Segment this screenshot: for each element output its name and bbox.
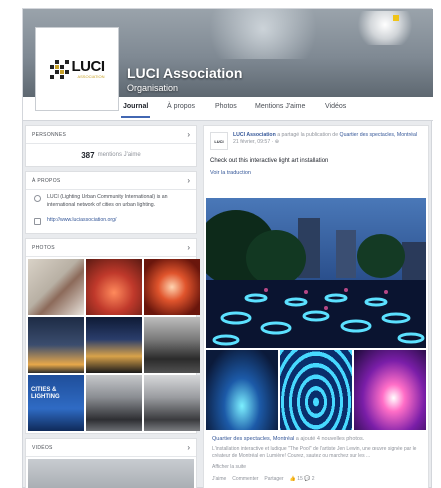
comment-button[interactable]: Commenter (232, 476, 258, 482)
reaction-counts[interactable]: 👍 15 💬 2 (290, 476, 315, 482)
cover-light-dot (393, 15, 399, 21)
photo-thumbnail[interactable] (86, 317, 142, 374)
shared-author-link[interactable]: Quartier des spectacles, Montréal (212, 436, 294, 442)
likes-heading: PERSONNES (32, 131, 67, 138)
photo-thumbnail[interactable]: CITIES & LIGHTING (28, 375, 84, 432)
author-avatar[interactable]: LUCI (210, 132, 228, 150)
about-description-row: LUCI (Lighting Urban Community Internati… (26, 190, 196, 213)
likes-count: 387 (81, 150, 95, 160)
post-photo-thumbnail[interactable] (280, 350, 352, 430)
page-category: Organisation (127, 83, 179, 93)
post-text: Check out this interactive light art ins… (210, 158, 329, 164)
shared-from-link[interactable]: Quartier des spectacles, Montréal (340, 132, 418, 138)
shared-action: a ajouté 4 nouvelles photos. (295, 436, 365, 442)
about-heading: À PROPOS (32, 177, 61, 184)
shared-attribution: Quartier des spectacles, Montréal a ajou… (212, 436, 364, 442)
photo-thumbnail[interactable] (28, 259, 84, 316)
see-translation-link[interactable]: Voir la traduction (204, 170, 428, 176)
photos-grid: CITIES & LIGHTING (26, 257, 200, 433)
website-link[interactable]: http://www.luciassociation.org/ (47, 217, 117, 225)
about-box: À PROPOS › LUCI (Lighting Urban Communit… (25, 171, 197, 235)
chevron-right-icon[interactable]: › (187, 243, 190, 252)
tab-videos[interactable]: Vidéos (325, 103, 346, 110)
post-photo-thumbnail[interactable] (354, 350, 426, 430)
like-button[interactable]: J'aime (212, 476, 226, 482)
post-photo-strip (206, 350, 426, 430)
photo-thumbnail[interactable] (28, 317, 84, 374)
videos-heading: VIDÉOS (32, 444, 53, 451)
photos-header[interactable]: PHOTOS › (26, 239, 196, 258)
facebook-page: LUCI Association Organisation LUCI ASSOC… (22, 8, 433, 488)
page-title[interactable]: LUCI Association (127, 65, 242, 81)
post-action: a partagé la publication de (277, 132, 339, 138)
post-header: LUCI LUCI Association a partagé la publi… (204, 126, 428, 156)
photos-heading: PHOTOS (32, 244, 55, 251)
likes-count-row[interactable]: 387 mentions J'aime (26, 144, 196, 166)
photo-thumbnail[interactable] (144, 317, 200, 374)
timeline-post: LUCI LUCI Association a partagé la publi… (203, 125, 429, 488)
photo-thumbnail[interactable] (86, 259, 142, 316)
post-actions: J'aime Commenter Partager 👍 15 💬 2 (212, 476, 315, 482)
logo-text: LUCI (71, 58, 106, 75)
likes-box: PERSONNES › 387 mentions J'aime (25, 125, 197, 167)
chevron-right-icon[interactable]: › (187, 176, 190, 185)
tab-journal[interactable]: Journal (120, 103, 151, 118)
luci-logo: LUCI ASSOCIATION (39, 31, 115, 107)
profile-picture[interactable]: LUCI ASSOCIATION (35, 27, 119, 111)
photos-box: PHOTOS › CITIES & LIGHTING (25, 238, 200, 435)
chevron-right-icon[interactable]: › (187, 130, 190, 139)
videos-box: VIDÉOS › (25, 438, 197, 488)
share-button[interactable]: Partager (264, 476, 283, 482)
chevron-right-icon[interactable]: › (187, 443, 190, 452)
likes-header[interactable]: PERSONNES › (26, 126, 196, 144)
tab-about[interactable]: À propos (167, 103, 195, 110)
videos-header[interactable]: VIDÉOS › (26, 439, 196, 458)
cities-lighting-tile: CITIES & LIGHTING (31, 387, 60, 401)
shared-description: L'installation interactive et ludique "T… (212, 446, 417, 460)
about-description: LUCI (Lighting Urban Community Internati… (47, 194, 168, 208)
likes-label: mentions J'aime (97, 152, 141, 158)
info-icon (34, 195, 41, 202)
post-meta: LUCI Association a partagé la publicatio… (233, 132, 417, 150)
left-sidebar: PERSONNES › 387 mentions J'aime À PROPOS… (25, 125, 200, 488)
video-thumbnail[interactable] (28, 459, 194, 488)
logo-mark-icon (49, 59, 69, 79)
show-more-link[interactable]: Afficher la suite (212, 464, 246, 470)
photo-thumbnail[interactable] (144, 375, 200, 432)
post-main-photo[interactable] (206, 198, 426, 348)
about-website-row[interactable]: http://www.luciassociation.org/ (26, 213, 196, 233)
about-header[interactable]: À PROPOS › (26, 172, 196, 190)
light-installation-photo (206, 198, 426, 348)
post-photo-thumbnail[interactable] (206, 350, 278, 430)
tab-photos[interactable]: Photos (215, 103, 237, 110)
tab-likes[interactable]: Mentions J'aime (255, 103, 305, 110)
post-author[interactable]: LUCI Association (233, 132, 276, 138)
photo-thumbnail[interactable] (144, 259, 200, 316)
photo-thumbnail[interactable] (86, 375, 142, 432)
globe-icon (34, 218, 41, 226)
post-timestamp[interactable]: 21 février, 09:57 · ⊕ (233, 139, 279, 145)
